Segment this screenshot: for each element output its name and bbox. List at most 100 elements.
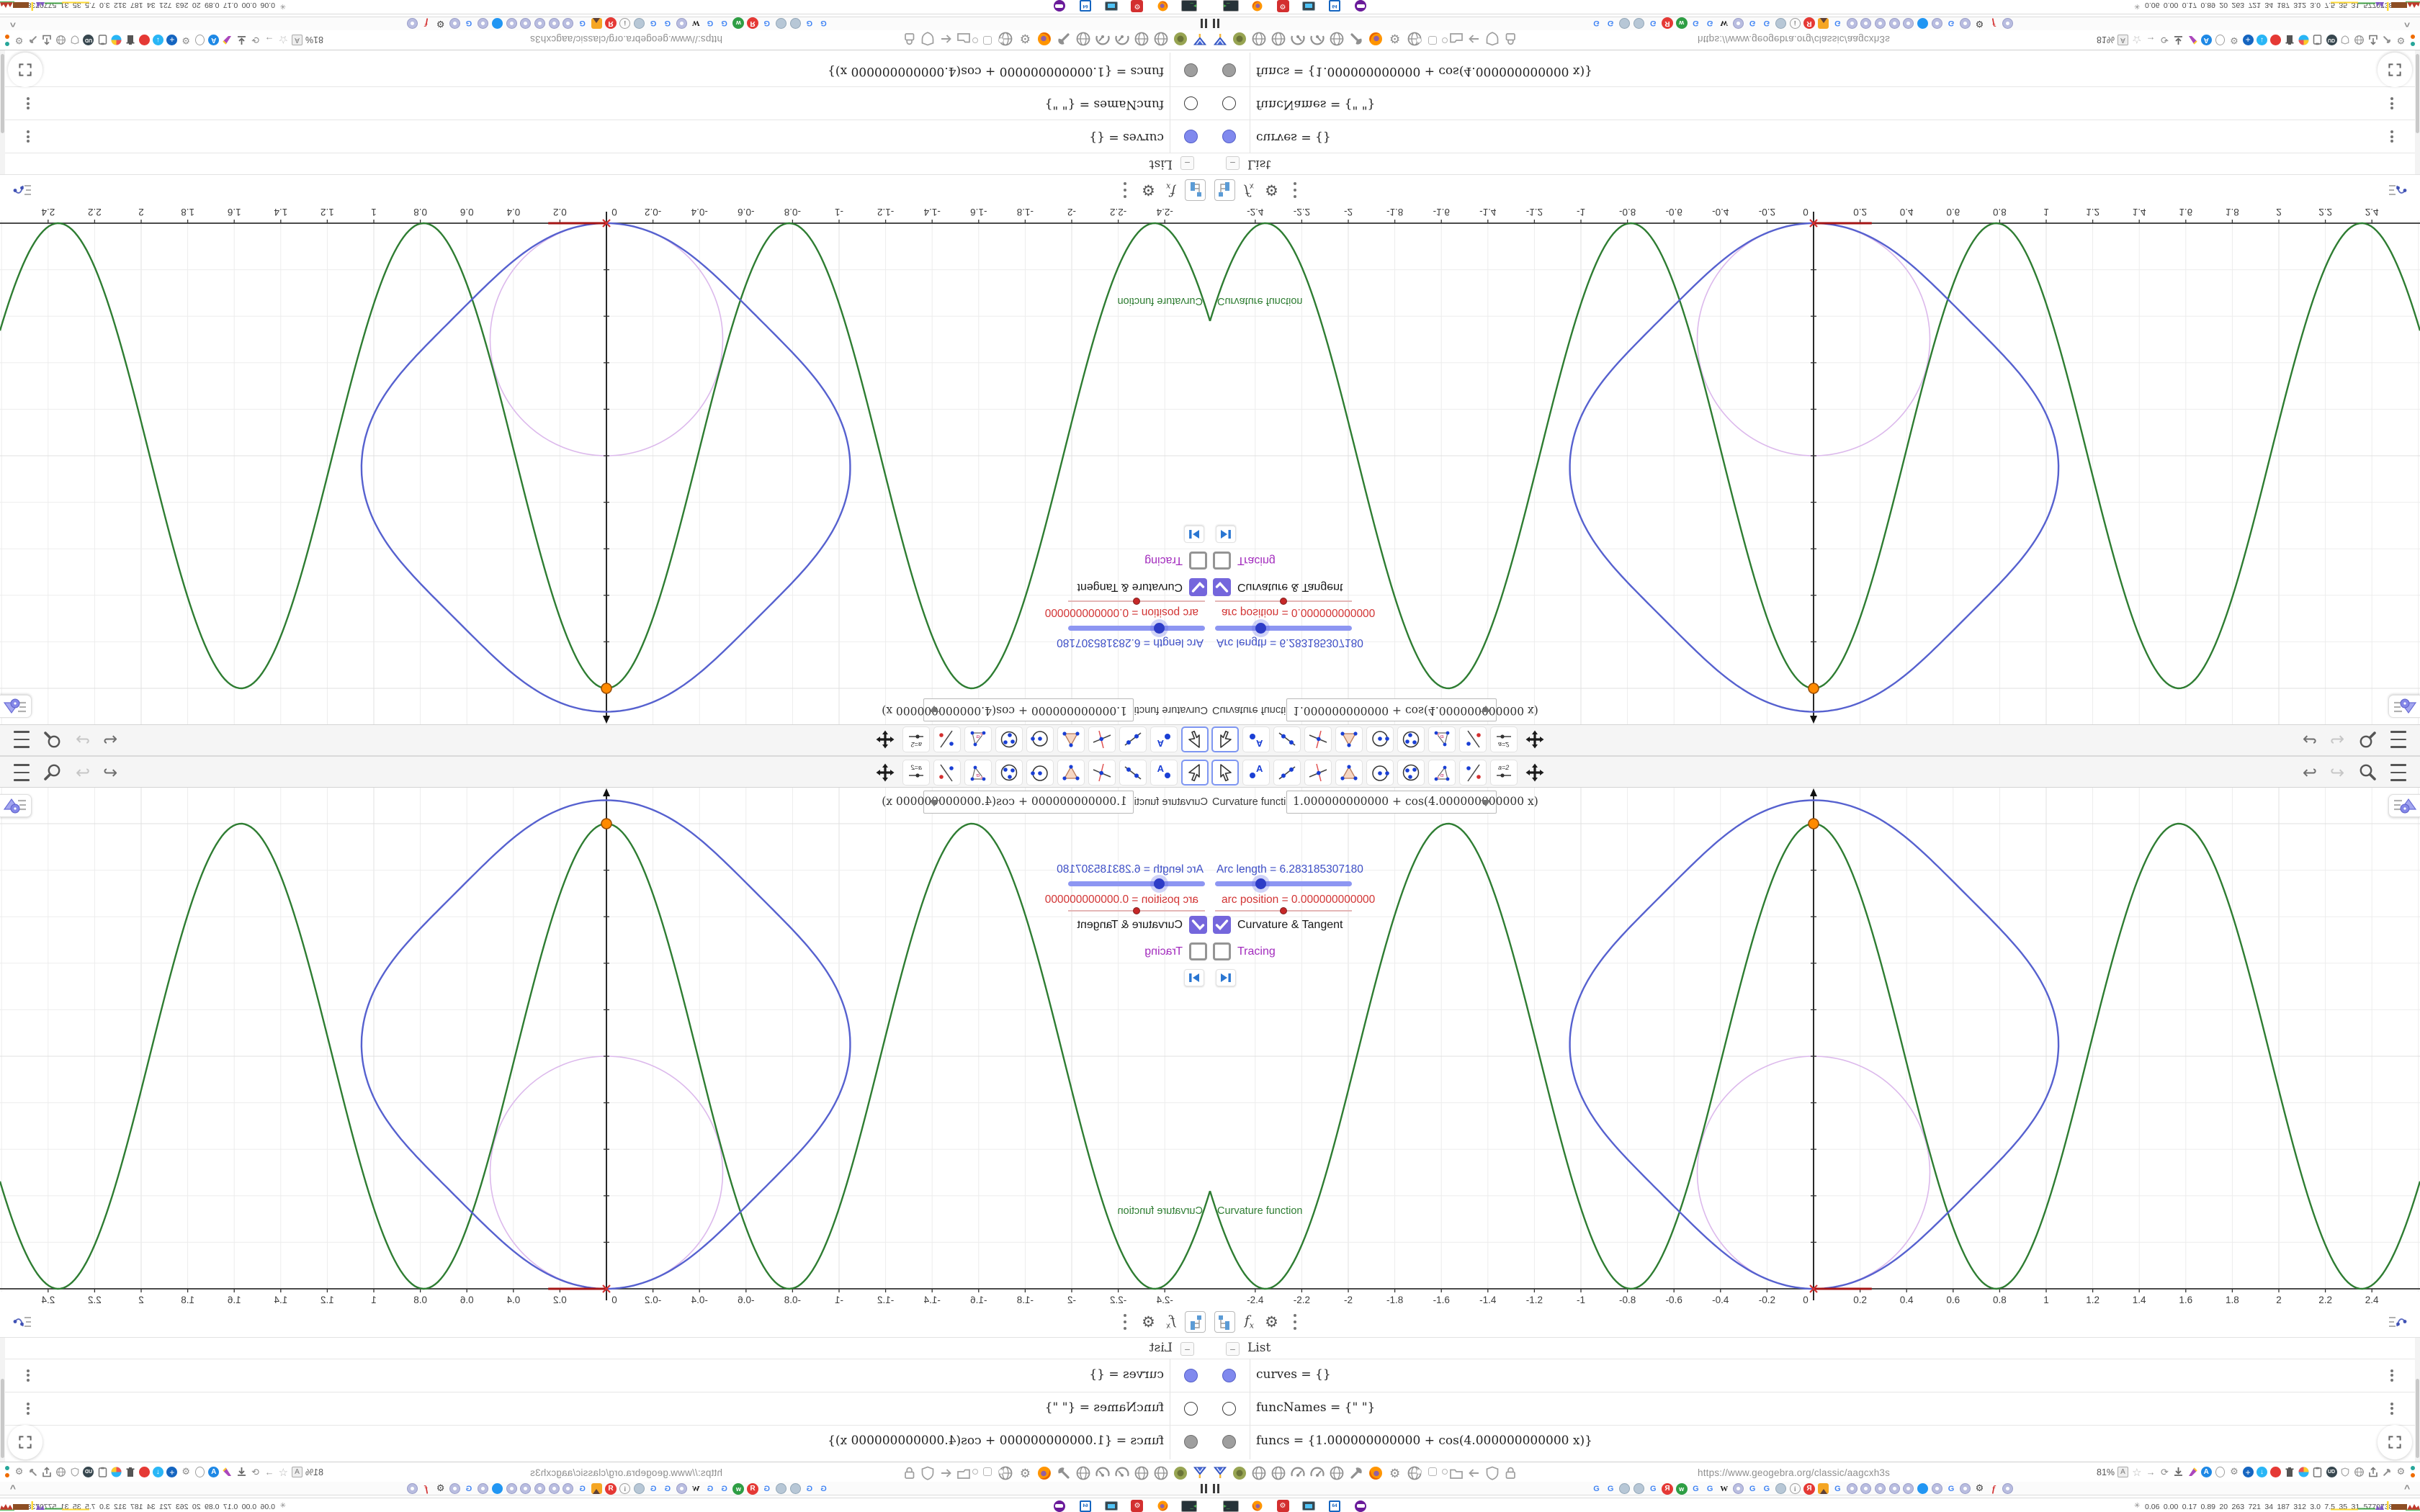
extension-oval-icon[interactable] [194, 1466, 206, 1478]
arc-position-slider[interactable] [1068, 598, 1205, 605]
extension-download-icon[interactable] [2172, 1466, 2184, 1478]
curvature-tangent-checkbox[interactable] [1189, 578, 1207, 596]
view-options-kebab[interactable] [1119, 1311, 1131, 1333]
tab-favicon-red-f[interactable]: f [1988, 17, 2000, 30]
extension-download-icon[interactable] [2172, 34, 2184, 46]
curvature-function-input[interactable]: 1.000000000000 + cos(4.000000000000 x) [882, 698, 1134, 721]
extension-globe-icon[interactable] [55, 34, 67, 46]
tab-favicon-dark-gear[interactable]: ⚙ [434, 17, 447, 30]
extension-star-icon[interactable]: ☆ [277, 34, 290, 46]
tab-favicon-photos[interactable] [591, 17, 603, 30]
tab-favicon-google[interactable]: G [1590, 17, 1603, 30]
tab-favicon-flower[interactable] [1846, 1482, 1858, 1495]
tab-favicon-google[interactable]: G [704, 17, 716, 30]
tab-favicon-sphere[interactable] [633, 1482, 645, 1495]
launcher-floppy-64-icon[interactable]: 64 [1325, 1500, 1344, 1512]
visibility-toggle[interactable] [1222, 1402, 1236, 1416]
extension-reload-icon[interactable]: ⟳ [2159, 1466, 2171, 1478]
gauge-icon[interactable] [1114, 1465, 1130, 1481]
dropdown-arrow-icon[interactable] [929, 706, 939, 712]
fullscreen-button[interactable] [2378, 1425, 2412, 1459]
settings-button[interactable]: ⚙ [1139, 179, 1158, 201]
play-pause-button[interactable] [1184, 969, 1204, 986]
lock-icon[interactable] [902, 31, 918, 47]
extension-wrench-icon[interactable] [2381, 1466, 2393, 1478]
scrollbar-thumb[interactable] [2416, 54, 2419, 133]
arc-position-slider[interactable] [1215, 907, 1352, 914]
arc-position-slider-knob[interactable] [1133, 598, 1140, 605]
main-menu-icon[interactable] [10, 761, 33, 784]
tab-favicon-flower[interactable] [562, 17, 574, 30]
function-tools-button[interactable]: fx [1161, 179, 1180, 201]
redo-icon[interactable]: ↪ [71, 728, 94, 751]
tab-favicon-google[interactable]: G [1760, 17, 1773, 30]
extension-wrench-icon[interactable] [27, 1466, 39, 1478]
tab-favicon-red-f[interactable]: f [420, 1482, 432, 1495]
tool-polygon[interactable] [1057, 760, 1085, 786]
extension-share-icon[interactable] [2367, 34, 2379, 46]
scrollbar[interactable] [2415, 1338, 2420, 1462]
extension-globe-icon[interactable] [2353, 1466, 2365, 1478]
tab-favicon-yandex[interactable]: Я [747, 1482, 759, 1495]
tool-line-through-two-points[interactable] [1119, 760, 1147, 786]
extension-globe-icon[interactable] [55, 1466, 67, 1478]
extension-translate-icon[interactable]: A [2117, 1466, 2129, 1478]
row-options-kebab[interactable] [27, 96, 30, 112]
launcher-privacy-mask-icon[interactable] [1050, 1500, 1069, 1512]
tab-favicon-google[interactable]: G [1590, 1482, 1603, 1495]
algebra-view-button[interactable] [1214, 179, 1235, 201]
tab-favicon-google[interactable]: G [803, 1482, 815, 1495]
tab-pause-icon[interactable] [1198, 15, 1207, 28]
row-options-kebab[interactable] [2390, 1367, 2393, 1383]
scrollbar[interactable] [0, 1338, 5, 1462]
tab-favicon-flower[interactable] [449, 1482, 461, 1495]
tab-favicon-wikipedia[interactable]: W [1718, 17, 1730, 30]
tool-move-cursor[interactable] [1181, 726, 1209, 752]
page-zoom-level[interactable]: 81% [2097, 1467, 2115, 1477]
curvature-tangent-checkbox[interactable] [1213, 916, 1231, 934]
extension-brush-icon[interactable] [222, 1466, 234, 1478]
url-text[interactable]: https://www.geogebra.org/classic/aagcxh3… [530, 1467, 722, 1478]
row-options-kebab[interactable] [2390, 96, 2393, 112]
screenshot-icon[interactable] [1232, 31, 1247, 47]
visibility-toggle[interactable] [1184, 130, 1198, 143]
row-options-kebab[interactable] [27, 1367, 30, 1383]
extension-reload-icon[interactable]: ⟳ [2159, 34, 2171, 46]
search-icon[interactable] [2356, 761, 2379, 784]
curvature-function-input[interactable]: 1.000000000000 + cos(4.000000000000 x) [882, 791, 1134, 814]
tab-favicon-google[interactable]: G [1704, 17, 1716, 30]
extension-gear-icon[interactable]: ⚙ [2228, 34, 2240, 46]
tool-conic-through-points[interactable] [1397, 726, 1425, 752]
extension-arrow-right-icon[interactable]: → [263, 1466, 275, 1478]
settings-button[interactable]: ⚙ [1262, 1311, 1281, 1333]
algebra-panel-handle[interactable] [2388, 794, 2420, 817]
launcher-privacy-mask-icon[interactable] [1050, 0, 1069, 12]
tab-overflow-chevron-icon[interactable]: ^ [10, 18, 16, 30]
tab-favicon-blue-dot[interactable] [1917, 17, 1929, 30]
graph-list-toggle[interactable] [11, 179, 34, 201]
tab-favicon-google[interactable]: G [1945, 17, 1958, 30]
tab-favicon-google[interactable]: G [817, 17, 830, 30]
globe-icon[interactable] [1153, 31, 1169, 47]
extension-gear-icon[interactable]: ⚙ [2395, 34, 2407, 46]
tab-favicon-sphere[interactable] [1633, 17, 1645, 30]
extension-oval-icon[interactable] [194, 34, 206, 46]
tab-favicon-photos[interactable] [1817, 17, 1829, 30]
folder-icon[interactable] [1448, 1465, 1464, 1481]
launcher-monitor-icon[interactable] [1299, 1500, 1318, 1512]
shield-icon[interactable] [920, 1465, 936, 1481]
tool-conic-through-points[interactable] [995, 760, 1023, 786]
launcher-red-badge-icon[interactable]: ⚙ [1273, 0, 1292, 12]
page-zoom-level[interactable]: 81% [305, 1467, 323, 1477]
tab-favicon-google[interactable]: G [817, 1482, 830, 1495]
wrench-icon[interactable] [1348, 31, 1364, 47]
undo-icon[interactable]: ↩ [2298, 761, 2321, 784]
tab-favicon-flower[interactable] [548, 1482, 560, 1495]
algebra-row[interactable]: curves = {} [1210, 1359, 2420, 1392]
launcher-red-badge-icon[interactable]: ⚙ [1273, 1500, 1292, 1512]
extension-translate-icon[interactable]: A [291, 34, 303, 46]
extension-reload-icon[interactable]: ⟳ [249, 1466, 261, 1478]
extension-arrow-right-icon[interactable]: → [2145, 1466, 2157, 1478]
tab-favicon-green-w[interactable]: w [732, 1482, 745, 1495]
globe-icon[interactable] [1075, 31, 1091, 47]
